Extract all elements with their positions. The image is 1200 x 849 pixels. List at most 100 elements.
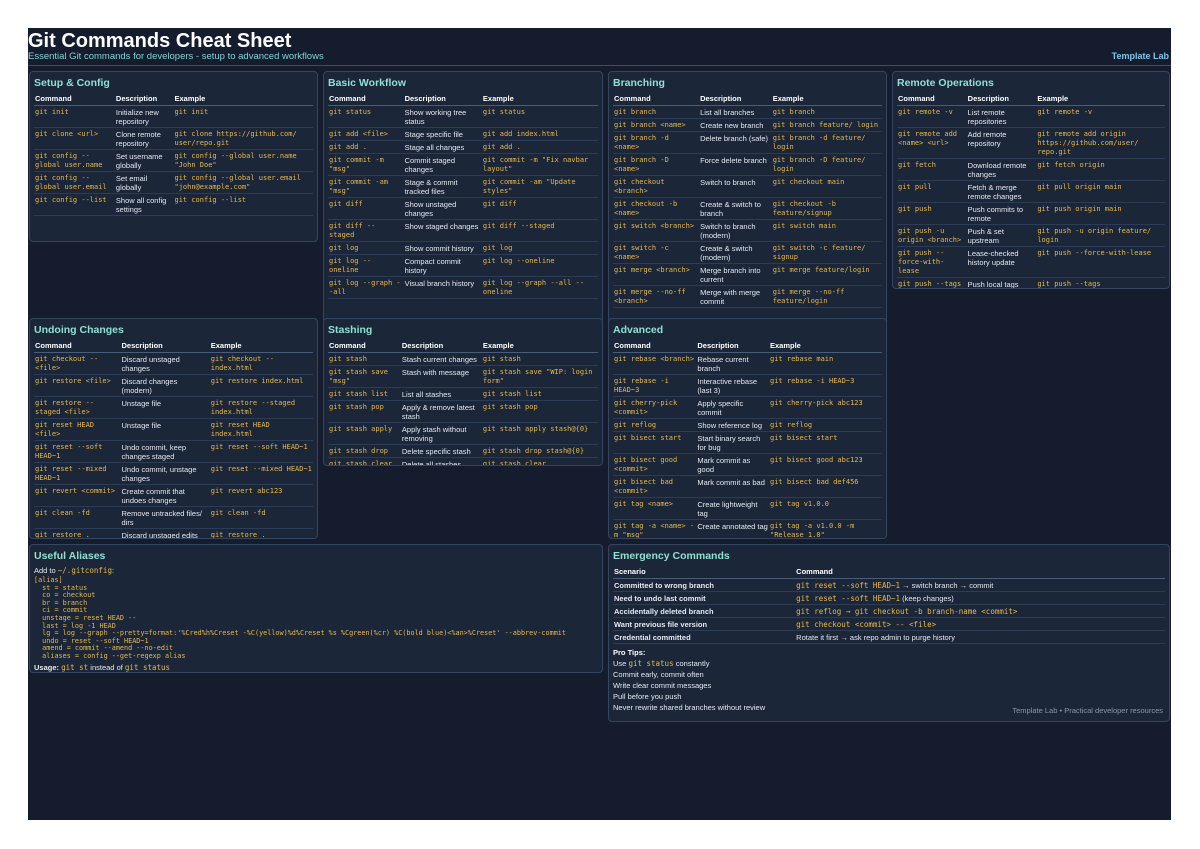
description-cell: Stage specific file: [403, 127, 482, 141]
panel-title-stashing: Stashing: [328, 324, 373, 336]
pro-tip-1-prefix: Use: [613, 659, 627, 668]
table-row: git branch -d <name> Delete branch (safe)…: [613, 131, 882, 154]
table-row: git add <file> Stage specific file git add…: [328, 127, 598, 141]
description-cell: Lease-checked history update: [966, 246, 1037, 278]
command-cell: git add .: [328, 140, 404, 154]
example-cell: git push --force-with-lease: [1036, 246, 1165, 278]
description-cell: Show staged changes: [403, 219, 482, 242]
command-cell: git branch <name>: [613, 118, 700, 132]
description-cell: Fetch & merge remote changes: [966, 180, 1037, 203]
command-cell: git merge <branch>: [613, 263, 700, 286]
panel-aliases: Useful Aliases Add to ~/.gitconfig: [ali…: [29, 544, 603, 673]
table-row: git reflog Show reference log git reflog: [613, 418, 882, 432]
description-cell: Switch to branch (modern): [699, 219, 772, 242]
table-row: git stash save "msg" Stash with message gi…: [328, 365, 598, 388]
example-cell: git restore .: [209, 528, 313, 538]
example-cell: git stash apply stash@{0}: [481, 422, 598, 445]
col-command: Command: [897, 93, 967, 106]
command-cell: git stash clear: [328, 457, 401, 465]
panel-advanced: Advanced Command Description Example git…: [608, 318, 887, 539]
table-row: git stash drop Delete specific stash git s…: [328, 444, 598, 458]
example-cell: git commit -m "Fix navbar layout": [481, 153, 598, 176]
description-cell: Merge branch into current: [699, 263, 772, 286]
command-cell: git clone <url>: [34, 127, 115, 150]
description-cell: Apply specific commit: [696, 396, 769, 419]
example-cell: git log: [481, 241, 598, 255]
col-scenario: Scenario: [613, 566, 796, 579]
description-cell: Stash current changes: [400, 352, 482, 366]
aliases-intro: Add to ~/.gitconfig:: [34, 566, 598, 575]
command-cell: git stash: [328, 352, 401, 366]
table-row: git config -- global user.name Set userna…: [34, 149, 313, 172]
scenario-cell: Want previous file version: [613, 617, 796, 631]
command-cell: git commit -am "msg": [328, 175, 404, 198]
description-cell: List remote repositories: [966, 105, 1037, 128]
description-cell: Create & switch (modern): [699, 241, 772, 264]
command-cell: git add <file>: [328, 127, 404, 141]
aliases-usage-mid: instead of: [90, 662, 123, 672]
table-row: Credential committed Rotate it first → as…: [613, 630, 1165, 644]
example-cell: git log --graph --all -- oneline: [481, 276, 598, 299]
table-row: git bisect start Start binary search for …: [613, 431, 882, 454]
header-divider: [28, 65, 1171, 66]
command-cell: git push: [897, 202, 967, 225]
command-cell: git status: [328, 105, 404, 128]
col-description: Description: [400, 340, 482, 353]
table-row: git reset --mixed HEAD~1 Undo commit, uns…: [34, 462, 313, 485]
col-description: Description: [966, 93, 1037, 106]
example-cell: git switch -c feature/ signup: [771, 241, 882, 264]
description-cell: Visual branch history: [403, 276, 482, 299]
table-row: git remote add <name> <url> Add remote re…: [897, 127, 1165, 159]
description-cell: Delete specific stash: [400, 444, 482, 458]
description-cell: Discard unstaged edits: [120, 528, 210, 538]
command-cell: git reflog → git checkout -b branch-name…: [795, 604, 1165, 618]
description-cell: Remove untracked files/ dirs: [120, 506, 210, 529]
panel-remote: Remote Operations Command Description Ex…: [892, 71, 1170, 289]
table-row: git log --graph --all Visual branch histo…: [328, 276, 598, 299]
description-cell: Create & switch to branch: [699, 197, 772, 220]
description-cell: Show unstaged changes: [403, 197, 482, 220]
example-cell: git remote -v: [1036, 105, 1165, 128]
command-cell: git rebase -i HEAD~3: [613, 374, 697, 397]
command-cell: git reset --mixed HEAD~1: [34, 462, 121, 485]
table-row: Accidentally deleted branch git reflog → …: [613, 604, 1165, 618]
table-row: git stash Stash current changes git stash: [328, 352, 598, 366]
command-cell: git remote -v: [897, 105, 967, 128]
example-cell: git reflog: [769, 418, 882, 432]
description-cell: Unstage file: [120, 396, 210, 419]
example-cell: git checkout -- index.html: [209, 352, 313, 375]
description-cell: Apply stash without removing: [400, 422, 482, 445]
example-cell: git rebase -i HEAD~3: [769, 374, 882, 397]
command-note: (keep changes): [900, 593, 954, 603]
description-cell: Force delete branch: [699, 153, 772, 176]
command-cell: git push -- force-with- lease: [897, 246, 967, 278]
example-cell: git stash: [481, 352, 598, 366]
col-example: Example: [209, 340, 313, 353]
panel-emergency: Emergency Commands Scenario Command Comm…: [608, 544, 1170, 722]
description-cell: Initialize new repository: [114, 105, 174, 128]
table-row: git stash clear Delete all stashes git sta…: [328, 457, 598, 465]
description-cell: Commit staged changes: [403, 153, 482, 176]
description-cell: Interactive rebase (last 3): [696, 374, 769, 397]
description-cell: Stage all changes: [403, 140, 482, 154]
panel-title-setup: Setup & Config: [34, 77, 110, 89]
example-cell: git remote add origin https://github.com…: [1036, 127, 1165, 159]
col-description: Description: [403, 93, 482, 106]
col-command: Command: [795, 566, 1165, 579]
table-row: git clone <url> Clone remote repository gi…: [34, 127, 313, 150]
panel-basic: Basic Workflow Command Description Examp…: [323, 71, 603, 323]
table-row: git config -- global user.email Set email…: [34, 171, 313, 194]
description-cell: Undo commit, keep changes staged: [120, 440, 210, 463]
table-row: git remote -v List remote repositories git…: [897, 105, 1165, 128]
command-cell: git reset --soft HEAD~1: [34, 440, 121, 463]
table-row: git stash list List all stashes git stash …: [328, 387, 598, 401]
example-cell: git clone https://github.com/ user/repo.…: [173, 127, 313, 150]
command-cell: git clean -fd: [34, 506, 121, 529]
command-cell: git commit -m "msg": [328, 153, 404, 176]
example-cell: git restore --staged index.html: [209, 396, 313, 419]
example-cell: git diff --staged: [481, 219, 598, 242]
panel-title-remote: Remote Operations: [897, 77, 994, 89]
table-row: git revert <commit> Create commit that un…: [34, 484, 313, 507]
command-cell: git stash pop: [328, 400, 401, 423]
example-cell: git tag -a v1.0.0 -m "Release 1.0": [769, 519, 882, 538]
